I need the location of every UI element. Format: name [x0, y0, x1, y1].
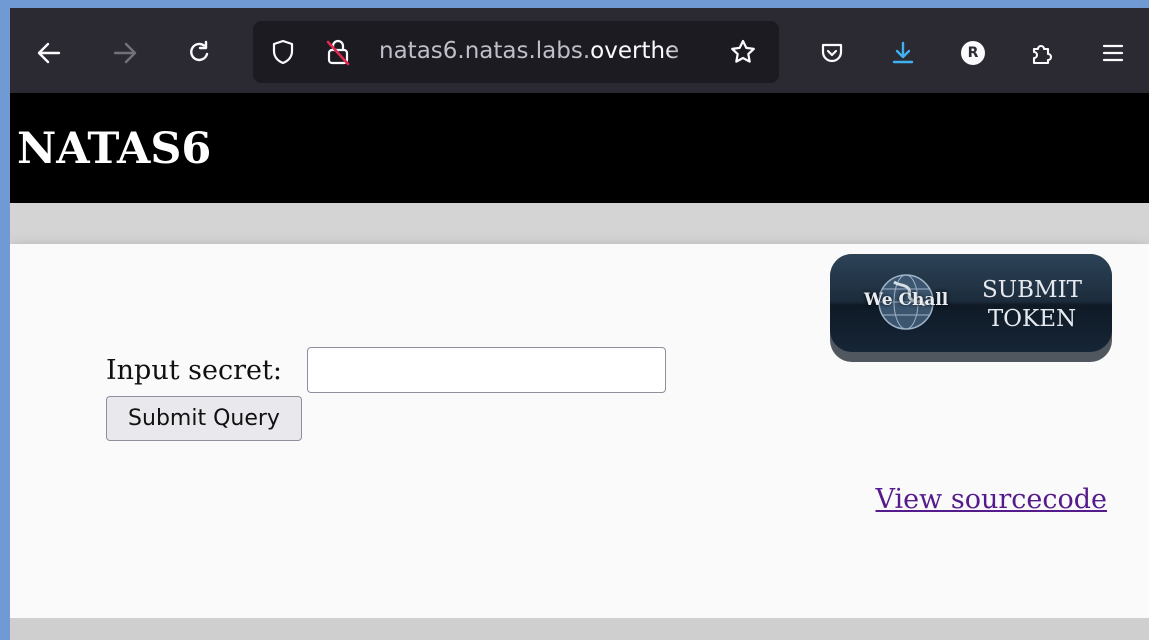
secret-input[interactable] — [307, 347, 666, 393]
puzzle-icon — [1032, 45, 1052, 65]
page-header: NATAS6 — [10, 93, 1149, 203]
reload-button[interactable] — [182, 36, 216, 70]
wechall-line-1: SUBMIT — [981, 277, 1083, 303]
star-icon — [731, 39, 755, 63]
wechall-line-2: TOKEN — [987, 306, 1077, 332]
content-panel: We Chall SUBMIT TOKEN Input secret: Subm… — [10, 244, 1149, 618]
downloads-button[interactable] — [886, 36, 920, 70]
browser-toolbar: natas6.natas.labs.overthe R — [10, 8, 1149, 93]
insecure-lock-icon — [326, 39, 350, 66]
download-icon — [892, 41, 914, 64]
pocket-button[interactable] — [815, 36, 849, 70]
arrow-right-icon — [113, 42, 137, 64]
account-button[interactable]: R — [956, 36, 990, 70]
bookmark-button[interactable] — [726, 35, 760, 69]
page-title: NATAS6 — [17, 124, 212, 174]
desktop-background — [0, 0, 10, 640]
pocket-icon — [821, 43, 843, 63]
arrow-left-icon — [37, 42, 61, 64]
tracking-protection-button[interactable] — [266, 35, 300, 69]
address-bar[interactable]: natas6.natas.labs.overthe — [253, 21, 779, 83]
wechall-label: SUBMIT TOKEN — [976, 276, 1088, 334]
profile-avatar: R — [961, 41, 985, 65]
view-sourcecode-link[interactable]: View sourcecode — [876, 484, 1107, 515]
site-info-button[interactable] — [321, 35, 355, 69]
wechall-brand: We Chall — [864, 290, 949, 310]
hamburger-menu-icon — [1102, 44, 1124, 62]
url-prefix: natas6.natas.labs. — [379, 38, 591, 64]
menu-button[interactable] — [1096, 36, 1130, 70]
back-button[interactable] — [32, 36, 66, 70]
reload-icon — [190, 40, 209, 62]
extensions-button[interactable] — [1025, 36, 1059, 70]
url-text[interactable]: natas6.natas.labs.overthe — [379, 38, 704, 68]
profile-initial: R — [967, 45, 979, 61]
forward-button[interactable] — [108, 36, 142, 70]
url-host: overthe — [590, 38, 680, 64]
page-footer-area — [10, 618, 1149, 640]
shield-icon — [272, 39, 294, 65]
submit-query-button[interactable]: Submit Query — [106, 396, 302, 441]
secret-label: Input secret: — [106, 355, 282, 386]
wechall-submit-token-button[interactable]: We Chall SUBMIT TOKEN — [830, 254, 1112, 362]
browser-window: natas6.natas.labs.overthe R NATAS6 We Ch… — [10, 8, 1149, 640]
wechall-badge: We Chall SUBMIT TOKEN — [830, 254, 1112, 352]
